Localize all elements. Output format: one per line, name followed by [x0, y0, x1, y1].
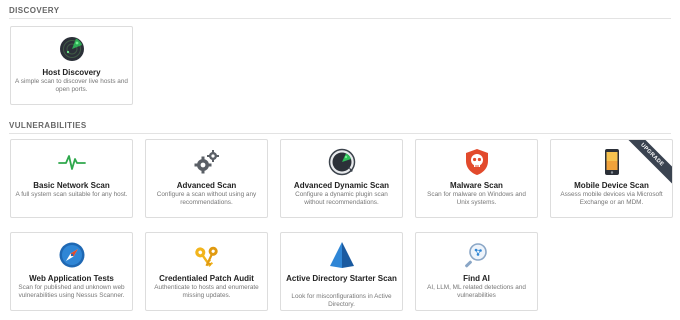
scan-card-basic-network[interactable]: Basic Network Scan A full system scan su… [10, 139, 133, 218]
scan-card-host-discovery[interactable]: Host Discovery A simple scan to discover… [10, 26, 133, 105]
gears-icon [193, 148, 221, 176]
dynamic-radar-icon [328, 148, 356, 176]
card-description: Configure a scan without using any recom… [156, 191, 257, 206]
card-title: Credentialed Patch Audit [159, 274, 254, 283]
vulnerabilities-divider [9, 133, 671, 134]
upgrade-badge: UPGRADE [624, 140, 672, 187]
card-description: Scan for malware on Windows and Unix sys… [427, 191, 526, 206]
pyramid-icon [328, 241, 356, 269]
skull-shield-icon [463, 148, 491, 176]
discovery-divider [9, 18, 671, 19]
scan-card-credentialed-patch-audit[interactable]: Credentialed Patch Audit Authenticate to… [145, 232, 268, 311]
pulse-icon [57, 148, 86, 176]
card-title: Web Application Tests [29, 274, 114, 283]
ai-magnifier-icon [463, 241, 491, 269]
scan-card-advanced-dynamic[interactable]: Advanced Dynamic Scan Configure a dynami… [280, 139, 403, 218]
scan-card-web-application[interactable]: Web Application Tests Scan for published… [10, 232, 133, 311]
card-description: Assess mobile devices via Microsoft Exch… [560, 191, 663, 206]
card-title: Active Directory Starter Scan [286, 274, 397, 283]
card-description: A simple scan to discover live hosts and… [15, 78, 128, 93]
card-title: Basic Network Scan [33, 181, 110, 190]
scan-card-find-ai[interactable]: Find AI AI, LLM, ML related detections a… [415, 232, 538, 311]
card-title: Malware Scan [450, 181, 503, 190]
compass-icon [58, 241, 86, 269]
card-description: Look for misconfigurations in Active Dir… [291, 293, 392, 308]
radar-icon [58, 35, 86, 63]
card-title: Advanced Scan [176, 181, 237, 190]
card-title: Find AI [463, 274, 490, 283]
discovery-heading: DISCOVERY [9, 6, 60, 15]
keys-icon [193, 241, 221, 269]
card-description: Authenticate to hosts and enumerate miss… [154, 284, 259, 299]
card-title: Advanced Dynamic Scan [293, 181, 390, 190]
card-title: Host Discovery [42, 68, 101, 77]
card-title: Mobile Device Scan [574, 181, 649, 190]
mobile-phone-icon [598, 148, 626, 176]
vulnerabilities-heading: VULNERABILITIES [9, 121, 87, 130]
card-description: AI, LLM, ML related detections and vulne… [427, 284, 526, 299]
card-description: Scan for published and unknown web vulne… [18, 284, 125, 299]
scan-card-malware[interactable]: Malware Scan Scan for malware on Windows… [415, 139, 538, 218]
scan-card-advanced[interactable]: Advanced Scan Configure a scan without u… [145, 139, 268, 218]
scan-card-mobile-device[interactable]: UPGRADE Mobile Device Scan Assess mobile… [550, 139, 673, 218]
scan-card-active-directory[interactable]: Active Directory Starter Scan Look for m… [280, 232, 403, 311]
card-description: A full system scan suitable for any host… [15, 191, 128, 198]
card-description: Configure a dynamic plugin scan without … [295, 191, 388, 206]
